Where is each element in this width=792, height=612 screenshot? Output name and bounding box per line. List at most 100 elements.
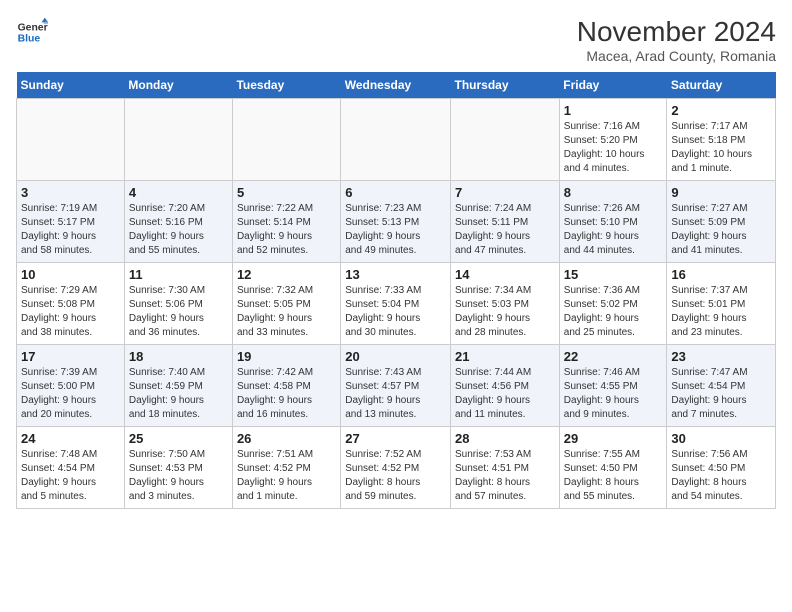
calendar-cell: 19 Sunrise: 7:42 AM Sunset: 4:58 PM Dayli… — [232, 345, 340, 427]
day-info: Sunrise: 7:24 AM Sunset: 5:11 PM Dayligh… — [455, 202, 555, 258]
calendar-cell: 21 Sunrise: 7:44 AM Sunset: 4:56 PM Dayli… — [451, 345, 560, 427]
day-number: 23 — [671, 349, 771, 364]
calendar-cell: 6 Sunrise: 7:23 AM Sunset: 5:13 PM Daylig… — [341, 181, 451, 263]
weekday-header-sunday: Sunday — [17, 72, 125, 99]
calendar-cell: 17 Sunrise: 7:39 AM Sunset: 5:00 PM Dayli… — [17, 345, 125, 427]
calendar-cell: 16Sunrise: 7:37 AM Sunset: 5:01 PM Dayli… — [667, 263, 776, 345]
day-number: 3 — [21, 185, 120, 200]
day-info: Sunrise: 7:40 AM Sunset: 4:59 PM Dayligh… — [129, 366, 228, 422]
calendar-cell: 14 Sunrise: 7:34 AM Sunset: 5:03 PM Dayli… — [451, 263, 560, 345]
day-info: Sunrise: 7:17 AM Sunset: 5:18 PM Dayligh… — [671, 120, 771, 176]
day-info: Sunrise: 7:16 AM Sunset: 5:20 PM Dayligh… — [564, 120, 663, 176]
day-info: Sunrise: 7:36 AM Sunset: 5:02 PM Dayligh… — [564, 284, 663, 340]
day-info: Sunrise: 7:48 AM Sunset: 4:54 PM Dayligh… — [21, 448, 120, 504]
day-number: 8 — [564, 185, 663, 200]
day-info: Sunrise: 7:29 AM Sunset: 5:08 PM Dayligh… — [21, 284, 120, 340]
calendar-cell: 24 Sunrise: 7:48 AM Sunset: 4:54 PM Dayli… — [17, 427, 125, 509]
calendar-cell: 27 Sunrise: 7:52 AM Sunset: 4:52 PM Dayli… — [341, 427, 451, 509]
day-info: Sunrise: 7:26 AM Sunset: 5:10 PM Dayligh… — [564, 202, 663, 258]
day-number: 15 — [564, 267, 663, 282]
day-number: 9 — [671, 185, 771, 200]
day-number: 14 — [455, 267, 555, 282]
day-number: 6 — [345, 185, 446, 200]
day-number: 19 — [237, 349, 336, 364]
logo-icon: General Blue — [16, 16, 48, 48]
logo: General Blue — [16, 16, 48, 48]
day-info: Sunrise: 7:30 AM Sunset: 5:06 PM Dayligh… — [129, 284, 228, 340]
calendar-cell: 28Sunrise: 7:53 AM Sunset: 4:51 PM Dayli… — [451, 427, 560, 509]
weekday-header-wednesday: Wednesday — [341, 72, 451, 99]
calendar-cell: 20 Sunrise: 7:43 AM Sunset: 4:57 PM Dayli… — [341, 345, 451, 427]
calendar-cell: 3 Sunrise: 7:19 AM Sunset: 5:17 PM Daylig… — [17, 181, 125, 263]
week-row-1: 1 Sunrise: 7:16 AM Sunset: 5:20 PM Daylig… — [17, 99, 776, 181]
day-number: 4 — [129, 185, 228, 200]
calendar-body: 1 Sunrise: 7:16 AM Sunset: 5:20 PM Daylig… — [17, 99, 776, 509]
day-number: 24 — [21, 431, 120, 446]
weekday-header-monday: Monday — [124, 72, 232, 99]
calendar-cell: 12 Sunrise: 7:32 AM Sunset: 5:05 PM Dayli… — [232, 263, 340, 345]
day-info: Sunrise: 7:37 AM Sunset: 5:01 PM Dayligh… — [671, 284, 771, 340]
day-number: 12 — [237, 267, 336, 282]
day-number: 20 — [345, 349, 446, 364]
calendar-header: SundayMondayTuesdayWednesdayThursdayFrid… — [17, 72, 776, 99]
day-info: Sunrise: 7:47 AM Sunset: 4:54 PM Dayligh… — [671, 366, 771, 422]
day-info: Sunrise: 7:34 AM Sunset: 5:03 PM Dayligh… — [455, 284, 555, 340]
day-number: 10 — [21, 267, 120, 282]
calendar-cell — [17, 99, 125, 181]
week-row-4: 17 Sunrise: 7:39 AM Sunset: 5:00 PM Dayli… — [17, 345, 776, 427]
day-number: 7 — [455, 185, 555, 200]
calendar-cell: 8 Sunrise: 7:26 AM Sunset: 5:10 PM Daylig… — [559, 181, 667, 263]
calendar-cell — [341, 99, 451, 181]
day-number: 17 — [21, 349, 120, 364]
calendar-cell — [232, 99, 340, 181]
calendar-cell: 22 Sunrise: 7:46 AM Sunset: 4:55 PM Dayli… — [559, 345, 667, 427]
day-info: Sunrise: 7:55 AM Sunset: 4:50 PM Dayligh… — [564, 448, 663, 504]
day-number: 28 — [455, 431, 555, 446]
day-number: 2 — [671, 103, 771, 118]
day-info: Sunrise: 7:33 AM Sunset: 5:04 PM Dayligh… — [345, 284, 446, 340]
day-number: 22 — [564, 349, 663, 364]
weekday-header-tuesday: Tuesday — [232, 72, 340, 99]
week-row-2: 3 Sunrise: 7:19 AM Sunset: 5:17 PM Daylig… — [17, 181, 776, 263]
calendar-cell: 13Sunrise: 7:33 AM Sunset: 5:04 PM Dayli… — [341, 263, 451, 345]
day-info: Sunrise: 7:56 AM Sunset: 4:50 PM Dayligh… — [671, 448, 771, 504]
day-info: Sunrise: 7:32 AM Sunset: 5:05 PM Dayligh… — [237, 284, 336, 340]
day-number: 25 — [129, 431, 228, 446]
day-info: Sunrise: 7:22 AM Sunset: 5:14 PM Dayligh… — [237, 202, 336, 258]
day-number: 18 — [129, 349, 228, 364]
weekday-header-thursday: Thursday — [451, 72, 560, 99]
day-info: Sunrise: 7:39 AM Sunset: 5:00 PM Dayligh… — [21, 366, 120, 422]
day-info: Sunrise: 7:42 AM Sunset: 4:58 PM Dayligh… — [237, 366, 336, 422]
calendar-cell: 15 Sunrise: 7:36 AM Sunset: 5:02 PM Dayli… — [559, 263, 667, 345]
calendar-subtitle: Macea, Arad County, Romania — [577, 48, 776, 64]
calendar-cell: 1 Sunrise: 7:16 AM Sunset: 5:20 PM Daylig… — [559, 99, 667, 181]
day-info: Sunrise: 7:52 AM Sunset: 4:52 PM Dayligh… — [345, 448, 446, 504]
day-info: Sunrise: 7:20 AM Sunset: 5:16 PM Dayligh… — [129, 202, 228, 258]
calendar-cell: 4 Sunrise: 7:20 AM Sunset: 5:16 PM Daylig… — [124, 181, 232, 263]
calendar-cell: 26 Sunrise: 7:51 AM Sunset: 4:52 PM Dayli… — [232, 427, 340, 509]
day-number: 1 — [564, 103, 663, 118]
day-number: 27 — [345, 431, 446, 446]
day-number: 26 — [237, 431, 336, 446]
calendar-cell: 30Sunrise: 7:56 AM Sunset: 4:50 PM Dayli… — [667, 427, 776, 509]
day-info: Sunrise: 7:43 AM Sunset: 4:57 PM Dayligh… — [345, 366, 446, 422]
day-info: Sunrise: 7:44 AM Sunset: 4:56 PM Dayligh… — [455, 366, 555, 422]
calendar-cell: 2 Sunrise: 7:17 AM Sunset: 5:18 PM Daylig… — [667, 99, 776, 181]
day-number: 21 — [455, 349, 555, 364]
calendar-cell: 11Sunrise: 7:30 AM Sunset: 5:06 PM Dayli… — [124, 263, 232, 345]
day-info: Sunrise: 7:23 AM Sunset: 5:13 PM Dayligh… — [345, 202, 446, 258]
day-info: Sunrise: 7:46 AM Sunset: 4:55 PM Dayligh… — [564, 366, 663, 422]
day-info: Sunrise: 7:19 AM Sunset: 5:17 PM Dayligh… — [21, 202, 120, 258]
calendar-cell — [124, 99, 232, 181]
day-info: Sunrise: 7:50 AM Sunset: 4:53 PM Dayligh… — [129, 448, 228, 504]
day-number: 5 — [237, 185, 336, 200]
calendar-table: SundayMondayTuesdayWednesdayThursdayFrid… — [16, 72, 776, 509]
day-number: 29 — [564, 431, 663, 446]
calendar-cell: 9Sunrise: 7:27 AM Sunset: 5:09 PM Daylig… — [667, 181, 776, 263]
header: General Blue November 2024 Macea, Arad C… — [16, 16, 776, 64]
day-info: Sunrise: 7:51 AM Sunset: 4:52 PM Dayligh… — [237, 448, 336, 504]
calendar-cell: 29 Sunrise: 7:55 AM Sunset: 4:50 PM Dayli… — [559, 427, 667, 509]
calendar-cell: 7 Sunrise: 7:24 AM Sunset: 5:11 PM Daylig… — [451, 181, 560, 263]
weekday-header-saturday: Saturday — [667, 72, 776, 99]
calendar-cell: 18 Sunrise: 7:40 AM Sunset: 4:59 PM Dayli… — [124, 345, 232, 427]
